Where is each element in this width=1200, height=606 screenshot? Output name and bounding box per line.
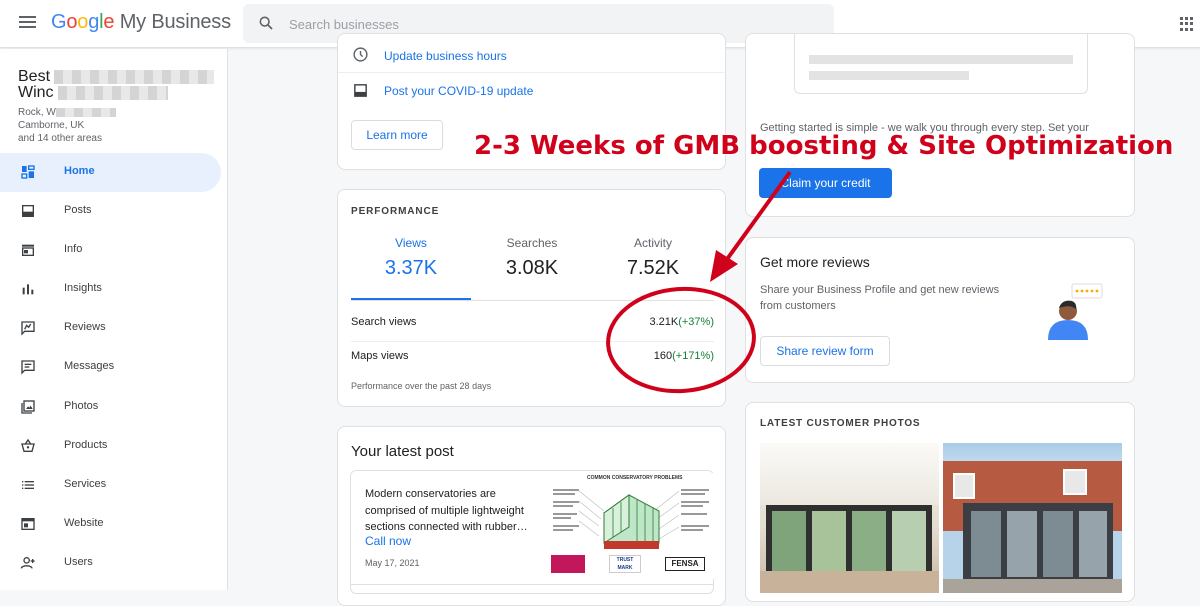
annotation-text: 2-3 Weeks of GMB boosting & Site Optimiz… bbox=[474, 131, 1174, 161]
annotation-arrow-line bbox=[723, 170, 792, 264]
annotation-arrowhead bbox=[710, 250, 738, 282]
annotation-overlay bbox=[606, 170, 792, 394]
highlight-ellipse bbox=[606, 286, 756, 394]
